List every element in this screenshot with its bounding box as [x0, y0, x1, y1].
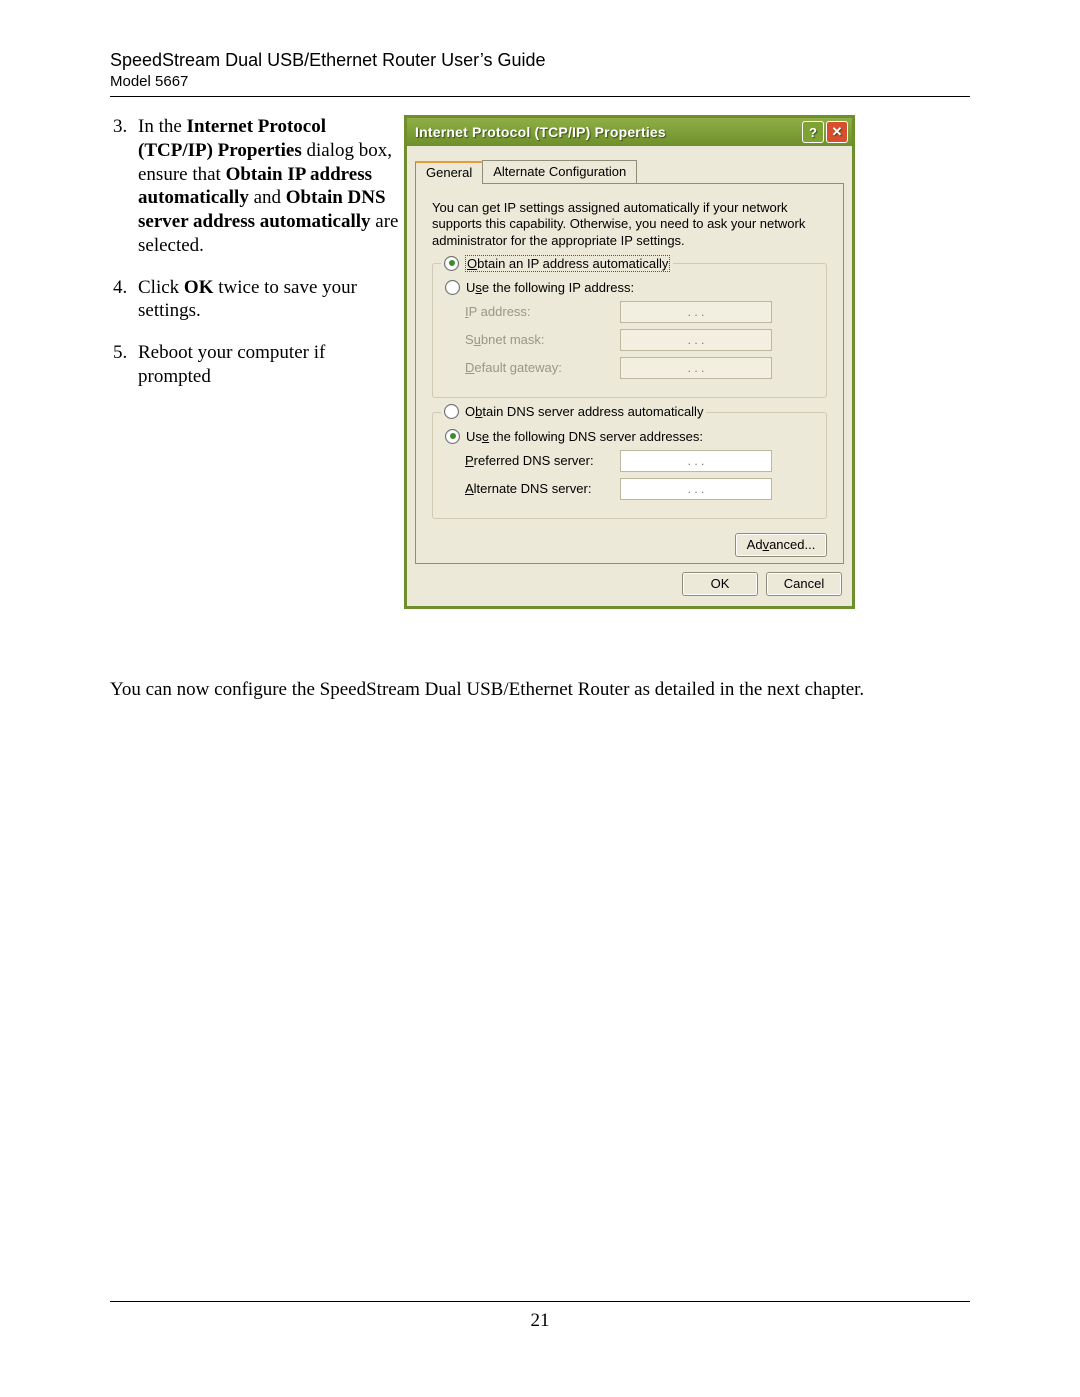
dialog-button-row: OK Cancel — [407, 564, 852, 606]
dialog-titlebar[interactable]: Internet Protocol (TCP/IP) Properties ? … — [407, 115, 852, 146]
radio-obtain-dns[interactable] — [444, 404, 459, 419]
input-alternate-dns[interactable]: . . . — [620, 478, 772, 500]
tab-alternate-config[interactable]: Alternate Configuration — [482, 160, 637, 183]
tab-general[interactable]: General — [415, 161, 483, 184]
step-4: Click OK twice to save your settings. — [132, 276, 400, 324]
close-button[interactable]: ✕ — [826, 121, 848, 143]
radio-obtain-dns-label: Obtain DNS server address automatically — [465, 404, 703, 419]
label-alternate-dns: Alternate DNS server: — [465, 481, 620, 496]
dns-settings-group: Obtain DNS server address automatically … — [432, 412, 827, 519]
tab-strip: General Alternate Configuration — [415, 160, 844, 184]
radio-use-ip[interactable] — [445, 280, 460, 295]
closing-paragraph: You can now configure the SpeedStream Du… — [110, 679, 970, 701]
step-5: Reboot your computer if prompted — [132, 341, 400, 389]
step-3: In the Internet Protocol (TCP/IP) Proper… — [132, 115, 400, 258]
cancel-button[interactable]: Cancel — [766, 572, 842, 596]
tcpip-properties-dialog: Internet Protocol (TCP/IP) Properties ? … — [404, 115, 855, 609]
radio-use-dns[interactable] — [445, 429, 460, 444]
header-rule — [110, 96, 970, 97]
label-preferred-dns: Preferred DNS server: — [465, 453, 620, 468]
radio-obtain-ip-label: Obtain an IP address automatically — [465, 255, 670, 272]
ip-settings-group: Obtain an IP address automatically Use t… — [432, 263, 827, 398]
footer-rule — [110, 1301, 970, 1302]
doc-title: SpeedStream Dual USB/Ethernet Router Use… — [110, 50, 970, 71]
input-preferred-dns[interactable]: . . . — [620, 450, 772, 472]
input-default-gateway: . . . — [620, 357, 772, 379]
advanced-button[interactable]: Advanced... — [735, 533, 827, 557]
instruction-column: In the Internet Protocol (TCP/IP) Proper… — [110, 115, 400, 407]
help-button[interactable]: ? — [802, 121, 824, 143]
label-default-gateway: Default gateway: — [465, 360, 620, 375]
input-subnet-mask: . . . — [620, 329, 772, 351]
radio-use-dns-label: Use the following DNS server addresses: — [466, 429, 703, 444]
input-ip-address: . . . — [620, 301, 772, 323]
page-number: 21 — [110, 1310, 970, 1332]
dialog-info-text: You can get IP settings assigned automat… — [432, 200, 827, 249]
ok-button[interactable]: OK — [682, 572, 758, 596]
doc-model: Model 5667 — [110, 73, 970, 90]
dialog-title: Internet Protocol (TCP/IP) Properties — [415, 124, 800, 140]
radio-obtain-ip[interactable] — [444, 256, 459, 271]
radio-use-ip-label: Use the following IP address: — [466, 280, 634, 295]
label-subnet-mask: Subnet mask: — [465, 332, 620, 347]
label-ip-address: IP address: — [465, 304, 620, 319]
